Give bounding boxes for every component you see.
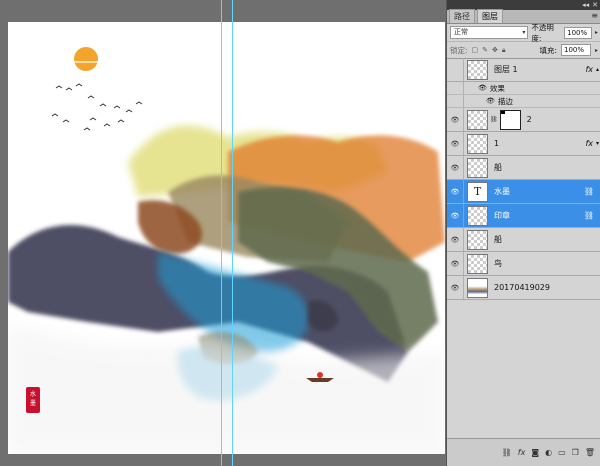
eye-icon[interactable]: 👁︎ <box>447 276 464 299</box>
layer-name: 船 <box>494 235 502 244</box>
eye-icon[interactable]: 👁︎ <box>447 108 464 131</box>
layer-name: 图层 1 <box>494 65 518 74</box>
layer-row[interactable]: 👁︎ ⛓︎ 2 <box>447 108 600 132</box>
blend-mode-value: 正常 <box>454 28 468 36</box>
document-canvas[interactable]: 水墨 <box>8 22 445 454</box>
layer-name: 印章 <box>494 211 510 220</box>
link-layers-icon[interactable]: ⛓︎ <box>502 448 512 457</box>
fill-field[interactable]: 100% <box>560 44 591 56</box>
lock-pixels-icon[interactable]: ✎ <box>482 46 488 54</box>
layers-list: 图层 1 fx ▴ 👁︎ 效果 👁︎ 描边 👁︎ ⛓︎ 2 👁︎ 1 fx ▾ <box>447 58 600 438</box>
close-icon[interactable]: ✕ <box>592 1 598 9</box>
panel-tabs: 路径 图层 ≡ <box>447 9 600 24</box>
new-layer-icon[interactable]: ❐ <box>572 448 579 457</box>
expand-effects-icon[interactable]: ▴ <box>596 66 599 73</box>
link-icon[interactable]: ⛓︎ <box>584 211 594 220</box>
layer-row-selected[interactable]: 👁︎ T 水墨 ⛓︎ <box>447 180 600 204</box>
stroke-visibility[interactable] <box>447 95 464 107</box>
eye-icon[interactable]: 👁︎ <box>447 204 464 227</box>
chevron-down-icon: ▾ <box>522 29 526 36</box>
layer-name: 1 <box>494 139 500 148</box>
tab-layers[interactable]: 图层 <box>477 9 503 23</box>
tab-paths[interactable]: 路径 <box>449 9 475 23</box>
opacity-label: 不透明度: <box>531 22 554 43</box>
add-style-icon[interactable]: fx <box>518 448 526 457</box>
layer-thumbnail <box>467 205 488 226</box>
text-layer-icon: T <box>467 181 488 202</box>
ink-landscape-artwork: 水墨 <box>8 47 445 454</box>
layer-name: 船 <box>494 163 502 172</box>
layers-panel: ◂◂ ✕ 路径 图层 ≡ 正常 ▾ 不透明度: 100% ▸ 锁定: ▢ ✎ ✥ … <box>446 0 600 466</box>
birds <box>51 83 143 131</box>
blend-mode-select[interactable]: 正常 ▾ <box>450 26 529 39</box>
stroke-effect-row[interactable]: 👁︎ 描边 <box>447 95 600 108</box>
panel-footer: ⛓︎ fx ◙ ◐ ▭ ❐ 🗑︎ <box>447 438 600 466</box>
fill-label: 填充: <box>539 45 557 55</box>
fx-icon[interactable]: fx <box>585 139 593 148</box>
layer-thumbnail <box>467 229 488 250</box>
layer-name: 鸟 <box>494 259 502 268</box>
layer-thumbnail <box>467 277 488 298</box>
layer-mask-thumbnail[interactable] <box>499 109 521 130</box>
layer-row[interactable]: 👁︎ 鸟 <box>447 252 600 276</box>
fill-dropdown-icon[interactable]: ▸ <box>595 47 598 54</box>
layer-thumbnail <box>467 109 488 130</box>
eye-icon[interactable]: 👁︎ <box>447 228 464 251</box>
lock-transparency-icon[interactable]: ▢ <box>472 46 479 54</box>
layer-row[interactable]: 👁︎ 1 fx ▾ <box>447 132 600 156</box>
mountains <box>8 125 445 454</box>
sun <box>74 47 98 71</box>
layer-thumbnail <box>467 253 488 274</box>
layer-row[interactable]: 图层 1 fx ▴ <box>447 58 600 82</box>
vertical-guide-2[interactable] <box>232 0 233 466</box>
new-group-icon[interactable]: ▭ <box>558 448 566 457</box>
stroke-label: 描边 <box>497 96 513 106</box>
panel-menu-icon[interactable]: ≡ <box>591 11 598 20</box>
add-mask-icon[interactable]: ◙ <box>531 448 539 457</box>
fx-icon[interactable]: fx <box>585 65 593 74</box>
vertical-guide-1[interactable] <box>221 0 222 466</box>
eye-icon[interactable]: 👁︎ <box>447 156 464 179</box>
layer-thumbnail <box>467 59 488 80</box>
eye-icon[interactable]: 👁︎ <box>447 132 464 155</box>
effects-visibility[interactable] <box>447 82 464 94</box>
layer-name: 20170419029 <box>494 283 550 292</box>
layer-row[interactable]: 👁︎ 船 <box>447 156 600 180</box>
delete-layer-icon[interactable]: 🗑︎ <box>585 448 595 457</box>
lock-all-icon[interactable]: 🔒︎ <box>502 46 506 55</box>
eye-icon[interactable]: 👁︎ <box>447 180 464 203</box>
opacity-field[interactable]: 100% <box>564 26 592 39</box>
link-icon[interactable]: ⛓︎ <box>490 116 498 123</box>
lock-label: 锁定: <box>450 45 468 55</box>
link-icon[interactable]: ⛓︎ <box>584 187 594 196</box>
opacity-dropdown-icon[interactable]: ▸ <box>595 29 598 36</box>
lock-position-icon[interactable]: ✥ <box>492 46 498 54</box>
layer-name: 水墨 <box>494 187 510 196</box>
layer-name: 2 <box>526 115 532 124</box>
lock-row: 锁定: ▢ ✎ ✥ 🔒︎ 填充: 100% ▸ <box>447 42 600 59</box>
layer-row[interactable]: 👁︎ 20170419029 <box>447 276 600 300</box>
eye-icon[interactable]: 👁︎ <box>478 84 487 92</box>
effects-row[interactable]: 👁︎ 效果 <box>447 82 600 95</box>
expand-effects-icon[interactable]: ▾ <box>596 140 599 147</box>
effects-label: 效果 <box>489 83 505 93</box>
collapse-icon[interactable]: ◂◂ <box>582 1 589 9</box>
layer-thumbnail <box>467 157 488 178</box>
adjustment-layer-icon[interactable]: ◐ <box>545 448 552 457</box>
layer-thumbnail <box>467 133 488 154</box>
document-workspace: 水墨 <box>0 0 448 466</box>
blend-row: 正常 ▾ 不透明度: 100% ▸ <box>447 22 600 43</box>
eye-icon[interactable]: 👁︎ <box>447 252 464 275</box>
layer-row[interactable]: 👁︎ 船 <box>447 228 600 252</box>
eye-icon[interactable]: 👁︎ <box>486 97 495 105</box>
visibility-toggle[interactable] <box>447 58 464 81</box>
layer-row-selected[interactable]: 👁︎ 印章 ⛓︎ <box>447 204 600 228</box>
